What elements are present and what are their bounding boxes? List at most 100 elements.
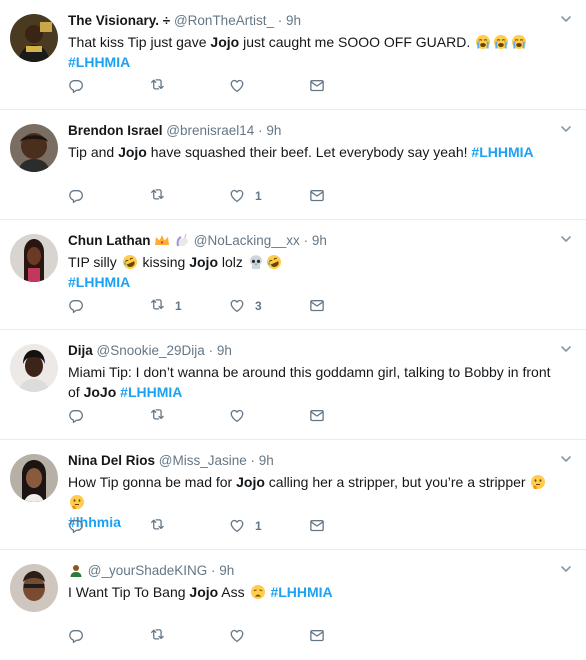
text-segment: Tip and — [68, 144, 119, 160]
retweet-icon — [148, 627, 166, 645]
reply-icon — [68, 187, 86, 205]
like-button[interactable]: 3 — [228, 296, 308, 316]
like-button[interactable] — [228, 406, 308, 426]
weary-face-icon — [250, 584, 266, 600]
rofl-face-icon — [122, 254, 138, 270]
username[interactable]: @NoLacking__xx — [194, 233, 300, 248]
reply-button[interactable] — [68, 626, 148, 646]
like-button[interactable]: 1 — [228, 186, 308, 206]
display-name[interactable]: The Visionary. ÷ — [68, 13, 170, 28]
tweet-actions: 1 — [68, 516, 388, 536]
chevron-down-icon[interactable] — [560, 232, 572, 244]
highlighted-keyword: JoJo — [83, 384, 117, 400]
avatar[interactable] — [10, 14, 58, 62]
username[interactable]: @Snookie_29Dija — [97, 343, 205, 358]
reply-button[interactable] — [68, 186, 148, 206]
separator-dot: · — [207, 563, 220, 578]
tweet-header: @_yourShadeKING · 9h — [68, 562, 556, 580]
retweet-icon — [148, 77, 166, 95]
like-button[interactable]: 1 — [228, 516, 308, 536]
direct-message-button[interactable] — [308, 626, 388, 646]
timestamp[interactable]: 9h — [266, 123, 281, 138]
avatar[interactable] — [10, 124, 58, 172]
chevron-down-icon[interactable] — [560, 562, 572, 574]
text-segment: I Want Tip To Bang — [68, 584, 190, 600]
retweet-button[interactable] — [148, 516, 228, 536]
tweet-content: Chun Lathan @NoLacking__xx · 9h TIP silly… — [68, 232, 556, 292]
text-segment: How Tip gonna be mad for — [68, 474, 237, 490]
direct-message-button[interactable] — [308, 186, 388, 206]
like-button[interactable] — [228, 626, 308, 646]
username[interactable]: @RonTheArtist_ — [174, 13, 274, 28]
chevron-down-icon[interactable] — [560, 452, 572, 464]
tweet-content: Brendon Israel @brenisrael14 · 9h Tip and… — [68, 122, 556, 162]
reply-button[interactable] — [68, 296, 148, 316]
tweet[interactable]: @_yourShadeKING · 9h I Want Tip To Bang J… — [0, 550, 586, 660]
direct-message-icon — [308, 627, 326, 645]
chevron-down-icon[interactable] — [560, 122, 572, 134]
retweet-button[interactable] — [148, 186, 228, 206]
tweet[interactable]: Chun Lathan @NoLacking__xx · 9h TIP silly… — [0, 220, 586, 330]
display-name[interactable]: Nina Del Rios — [68, 453, 155, 468]
avatar[interactable] — [10, 564, 58, 612]
timestamp[interactable]: 9h — [217, 343, 232, 358]
tweet-feed: The Visionary. ÷ @RonTheArtist_ · 9h That… — [0, 0, 586, 660]
tweet-content: The Visionary. ÷ @RonTheArtist_ · 9h That… — [68, 12, 556, 72]
hashtag-link[interactable]: #LHHMIA — [68, 274, 130, 290]
direct-message-button[interactable] — [308, 406, 388, 426]
tweet[interactable]: Dija @Snookie_29Dija · 9h Miami Tip: I do… — [0, 330, 586, 440]
username[interactable]: @brenisrael14 — [166, 123, 254, 138]
timestamp[interactable]: 9h — [286, 13, 301, 28]
like-count: 3 — [255, 299, 262, 313]
reply-button[interactable] — [68, 406, 148, 426]
retweet-button[interactable] — [148, 626, 228, 646]
retweet-button[interactable]: 1 — [148, 296, 228, 316]
tweet[interactable]: Brendon Israel @brenisrael14 · 9h Tip and… — [0, 110, 586, 220]
hashtag-link[interactable]: #LHHMIA — [120, 384, 182, 400]
tweet[interactable]: The Visionary. ÷ @RonTheArtist_ · 9h That… — [0, 0, 586, 110]
timestamp[interactable]: 9h — [259, 453, 274, 468]
display-name[interactable]: Dija — [68, 343, 93, 358]
highlighted-keyword: Jojo — [189, 254, 218, 270]
display-name[interactable]: Chun Lathan — [68, 233, 151, 248]
reply-button[interactable] — [68, 76, 148, 96]
retweet-button[interactable] — [148, 76, 228, 96]
tweet-actions — [68, 626, 388, 646]
avatar[interactable] — [10, 454, 58, 502]
avatar[interactable] — [10, 234, 58, 282]
direct-message-button[interactable] — [308, 296, 388, 316]
direct-message-button[interactable] — [308, 76, 388, 96]
retweet-button[interactable] — [148, 406, 228, 426]
timestamp[interactable]: 9h — [312, 233, 327, 248]
retweet-count: 1 — [175, 299, 182, 313]
tweet[interactable]: Nina Del Rios @Miss_Jasine · 9h How Tip g… — [0, 440, 586, 550]
tweet-text: Miami Tip: I don’t wanna be around this … — [68, 362, 556, 402]
chevron-down-icon[interactable] — [560, 12, 572, 24]
avatar[interactable] — [10, 344, 58, 392]
direct-message-button[interactable] — [308, 516, 388, 536]
text-segment: kissing — [138, 254, 190, 270]
like-icon — [228, 297, 246, 315]
hashtag-link[interactable]: #LHHMIA — [270, 584, 332, 600]
like-button[interactable] — [228, 76, 308, 96]
text-segment: lolz — [218, 254, 247, 270]
hashtag-link[interactable]: #LHHMIA — [68, 54, 130, 70]
display-name[interactable]: Brendon Israel — [68, 123, 163, 138]
like-icon — [228, 517, 246, 535]
username[interactable]: @_yourShadeKING — [88, 563, 208, 578]
reply-icon — [68, 517, 86, 535]
timestamp[interactable]: 9h — [219, 563, 234, 578]
reply-button[interactable] — [68, 516, 148, 536]
separator-dot: · — [246, 453, 259, 468]
username[interactable]: @Miss_Jasine — [159, 453, 247, 468]
thinking-face-icon — [530, 474, 546, 490]
hashtag-link[interactable]: #LHHMIA — [471, 144, 533, 160]
chevron-down-icon[interactable] — [560, 342, 572, 354]
text-segment: just caught me SOOO OFF GUARD. — [239, 34, 475, 50]
text-segment: calling her a stripper, but you’re a str… — [264, 474, 530, 490]
like-count: 1 — [255, 519, 262, 533]
highlighted-keyword: Jojo — [210, 34, 240, 50]
separator-dot: · — [254, 123, 267, 138]
unicorn-icon — [174, 233, 190, 247]
highlighted-keyword: Jojo — [189, 584, 219, 600]
